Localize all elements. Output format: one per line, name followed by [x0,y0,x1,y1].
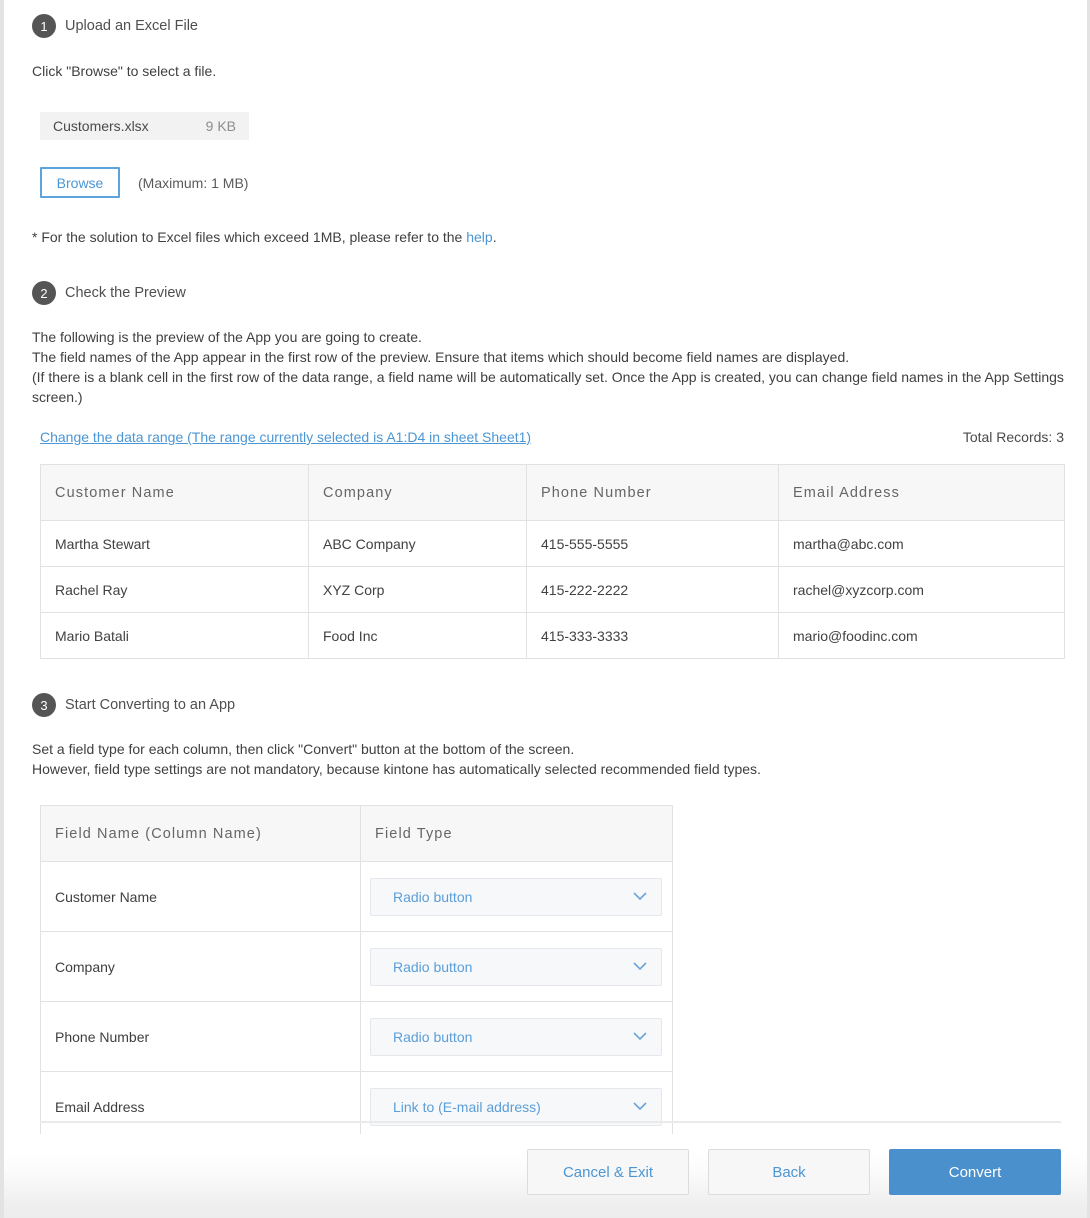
field-type-select-customer-name[interactable]: Radio button [370,878,662,916]
preview-cell: 415-333-3333 [527,613,779,659]
table-row: Martha Stewart ABC Company 415-555-5555 … [41,521,1065,567]
field-type-value: Radio button [393,959,633,975]
preview-column-header: Phone Number [527,465,779,521]
convert-button[interactable]: Convert [889,1149,1061,1195]
footer-divider [40,1121,1061,1123]
step-1-badge: 1 [32,14,56,38]
table-row: Email Address Link to (E-mail address) [41,1072,673,1142]
field-type-value: Radio button [393,1029,633,1045]
cancel-and-exit-button[interactable]: Cancel & Exit [527,1149,689,1195]
change-data-range-link[interactable]: Change the data range (The range current… [40,429,531,445]
footer-actions: Cancel & Exit Back Convert [4,1149,1061,1195]
preview-cell: martha@abc.com [779,521,1065,567]
preview-column-header: Company [309,465,527,521]
upload-footnote-text: * For the solution to Excel files which … [32,229,466,245]
preview-cell: ABC Company [309,521,527,567]
browse-row: Browse (Maximum: 1 MB) [40,167,1087,198]
preview-cell: Martha Stewart [41,521,309,567]
step-1-heading: 1 Upload an Excel File [32,14,1087,38]
field-name-cell: Email Address [41,1072,361,1142]
upload-footnote: * For the solution to Excel files which … [32,227,1087,248]
field-type-header-row: Field Name (Column Name) Field Type [41,806,673,862]
preview-cell: Mario Batali [41,613,309,659]
chevron-down-icon [633,1032,647,1041]
preview-cell: 415-222-2222 [527,567,779,613]
field-name-cell: Company [41,932,361,1002]
field-type-column-header: Field Name (Column Name) [41,806,361,862]
uploaded-file-chip: Customers.xlsx 9 KB [40,112,249,140]
preview-column-header: Email Address [779,465,1065,521]
content-area: 1 Upload an Excel File Click "Browse" to… [32,0,1087,1142]
field-type-value: Link to (E-mail address) [393,1099,633,1115]
step-3-title: Start Converting to an App [65,697,235,713]
preview-column-header: Customer Name [41,465,309,521]
field-type-column-header: Field Type [361,806,673,862]
field-type-cell: Link to (E-mail address) [361,1072,673,1142]
table-row: Rachel Ray XYZ Corp 415-222-2222 rachel@… [41,567,1065,613]
step-3-badge: 3 [32,693,56,717]
field-type-cell: Radio button [361,862,673,932]
range-row: Change the data range (The range current… [40,429,1064,445]
field-type-select-email-address[interactable]: Link to (E-mail address) [370,1088,662,1126]
browse-button[interactable]: Browse [40,167,120,198]
table-row: Mario Batali Food Inc 415-333-3333 mario… [41,613,1065,659]
field-type-table: Field Name (Column Name) Field Type Cust… [40,805,673,1142]
upload-footnote-period: . [493,229,497,245]
chevron-down-icon [633,962,647,971]
back-button[interactable]: Back [708,1149,870,1195]
page-container: 1 Upload an Excel File Click "Browse" to… [0,0,1090,1218]
field-name-cell: Customer Name [41,862,361,932]
field-name-cell: Phone Number [41,1002,361,1072]
preview-description-line-3: (If there is a blank cell in the first r… [32,367,1087,407]
uploaded-file-name: Customers.xlsx [53,118,206,134]
preview-cell: Food Inc [309,613,527,659]
step-2-badge: 2 [32,281,56,305]
table-row: Phone Number Radio button [41,1002,673,1072]
table-row: Customer Name Radio button [41,862,673,932]
preview-cell: Rachel Ray [41,567,309,613]
uploaded-file-size: 9 KB [206,118,236,134]
convert-description-line-1: Set a field type for each column, then c… [32,739,1087,759]
field-type-cell: Radio button [361,1002,673,1072]
preview-cell: rachel@xyzcorp.com [779,567,1065,613]
total-records-label: Total Records: 3 [963,429,1064,445]
preview-description-line-2: The field names of the App appear in the… [32,347,1087,367]
preview-cell: 415-555-5555 [527,521,779,567]
table-row: Company Radio button [41,932,673,1002]
maximum-size-note: (Maximum: 1 MB) [138,175,248,191]
preview-cell: mario@foodinc.com [779,613,1065,659]
field-type-select-phone-number[interactable]: Radio button [370,1018,662,1056]
preview-cell: XYZ Corp [309,567,527,613]
preview-table-header-row: Customer Name Company Phone Number Email… [41,465,1065,521]
step-3-heading: 3 Start Converting to an App [32,693,1087,717]
step-2-title: Check the Preview [65,285,186,301]
field-type-select-company[interactable]: Radio button [370,948,662,986]
chevron-down-icon [633,1102,647,1111]
convert-description-line-2: However, field type settings are not man… [32,759,1087,779]
chevron-down-icon [633,892,647,901]
field-type-value: Radio button [393,889,633,905]
step-1-title: Upload an Excel File [65,18,198,34]
upload-instruction: Click "Browse" to select a file. [32,61,1087,82]
preview-description-line-1: The following is the preview of the App … [32,327,1087,347]
help-link[interactable]: help [466,229,492,245]
step-2-heading: 2 Check the Preview [32,281,1087,305]
field-type-cell: Radio button [361,932,673,1002]
preview-table: Customer Name Company Phone Number Email… [40,464,1065,659]
